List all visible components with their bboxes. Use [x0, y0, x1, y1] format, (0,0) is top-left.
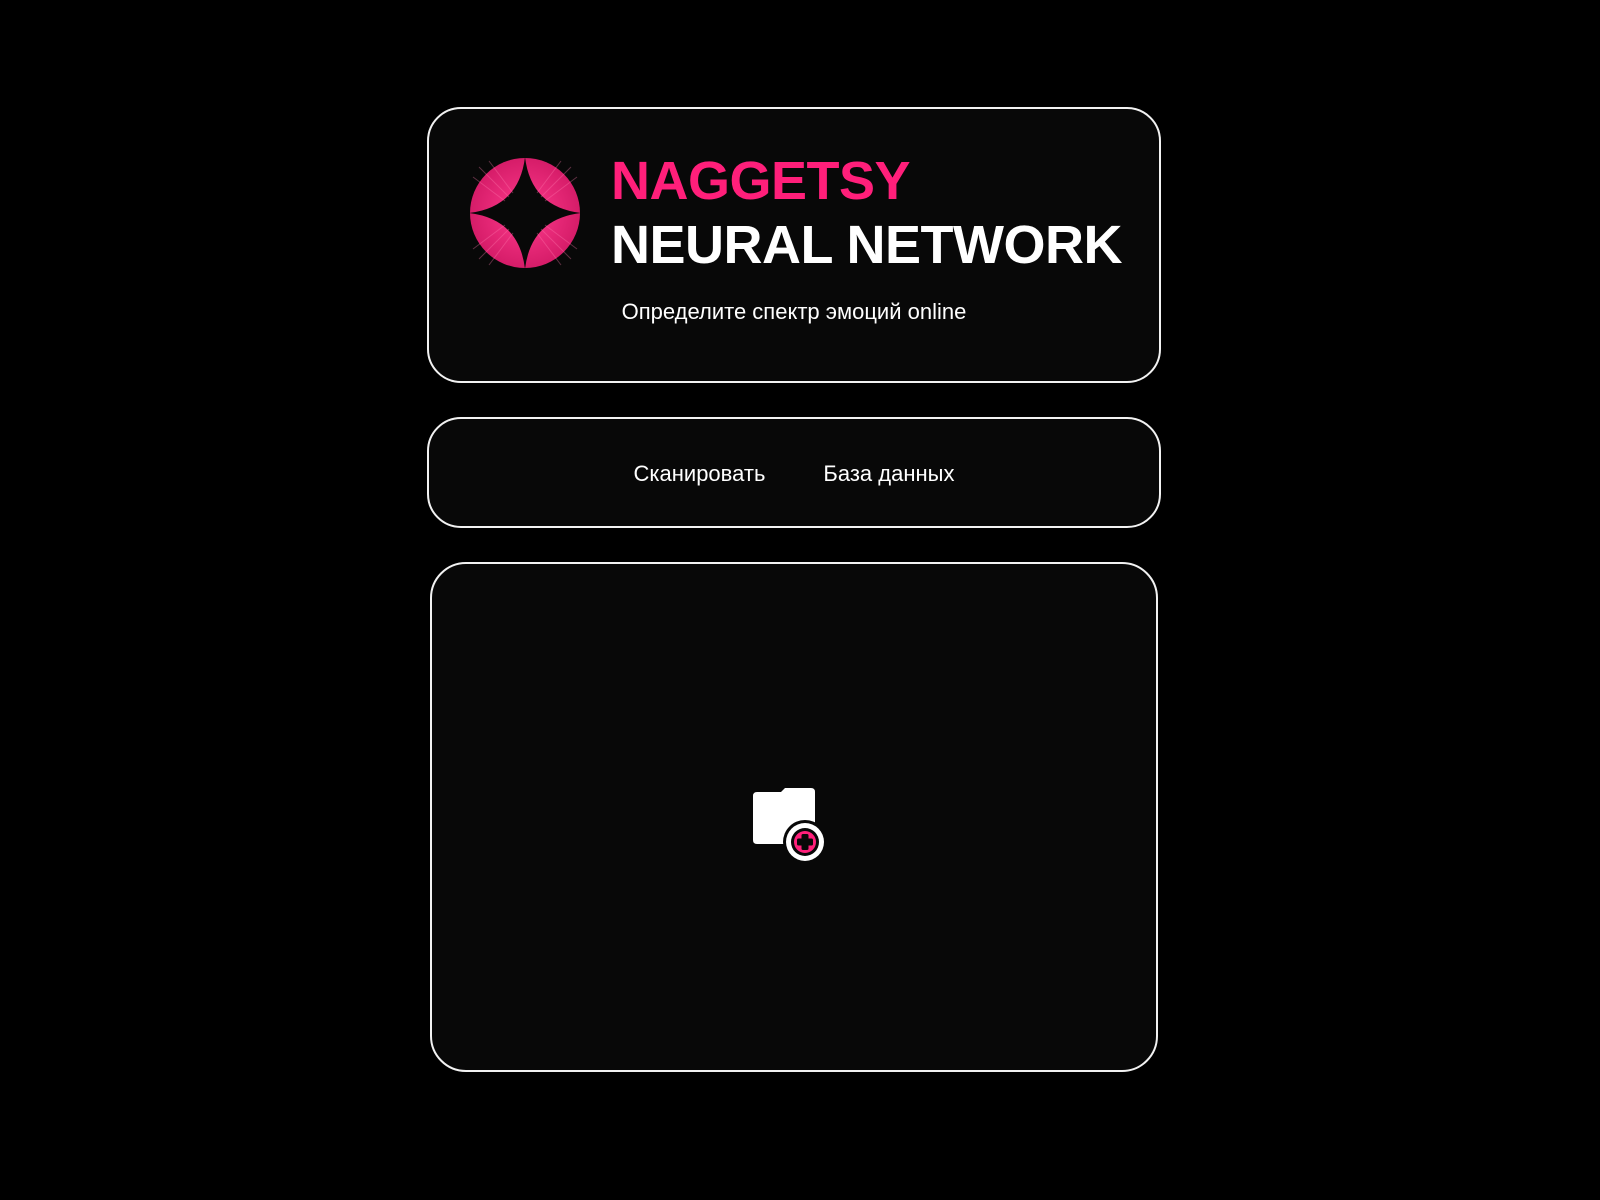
tagline: Определите спектр эмоций online — [621, 299, 967, 324]
brand-name: NAGGETSY — [611, 151, 911, 211]
logo-icon — [469, 157, 581, 269]
brand-subtitle: NEURAL NETWORK — [611, 215, 1122, 275]
folder-add-icon[interactable] — [749, 784, 833, 868]
header-card: NAGGETSY NEURAL NETWORK Определите спект… — [427, 107, 1161, 383]
nav-bar: Сканировать База данных — [427, 417, 1161, 528]
nav-link-scan[interactable]: Сканировать — [634, 459, 766, 487]
brand-title: NAGGETSY NEURAL NETWORK — [611, 149, 1122, 277]
upload-dropzone[interactable] — [430, 562, 1158, 1072]
nav-link-database[interactable]: База данных — [823, 459, 954, 487]
